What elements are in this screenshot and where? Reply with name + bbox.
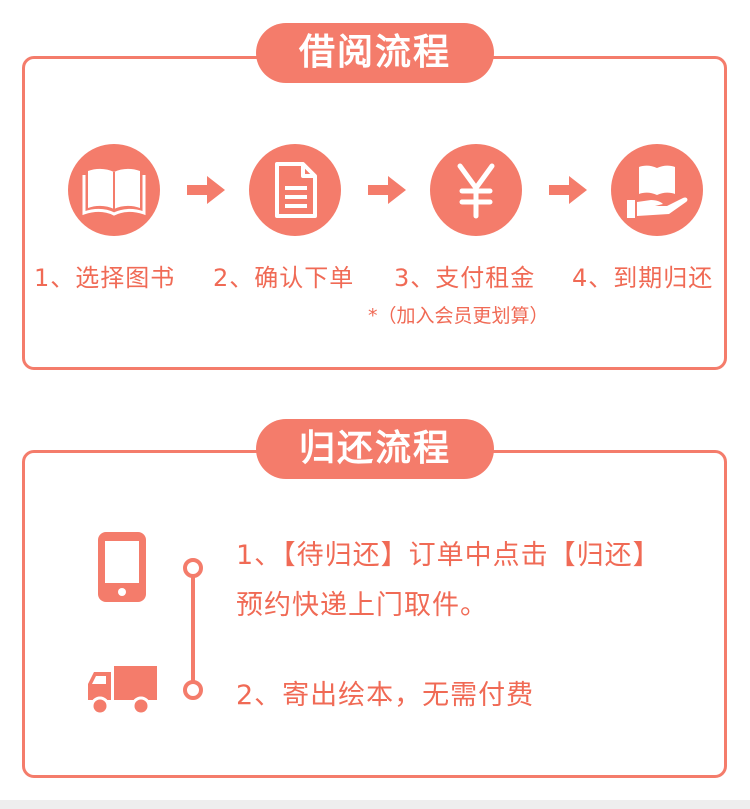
yen-icon: [430, 144, 522, 236]
timeline-connector: [183, 558, 203, 700]
step-label-pay-rent: 3、支付租金: [394, 264, 536, 292]
borrow-process-title: 借阅流程: [256, 23, 494, 83]
document-icon: [249, 144, 341, 236]
arrow-right-icon: [549, 176, 587, 204]
member-note: *（加入会员更划算）: [368, 305, 549, 327]
step-label-confirm-order: 2、确认下单: [213, 264, 355, 292]
return-step-1-line-2: 预约快递上门取件。: [236, 590, 488, 621]
phone-icon: [98, 532, 146, 602]
open-book-icon: [68, 144, 160, 236]
return-process-title: 归还流程: [256, 419, 494, 479]
step-label-return-due: 4、到期归还: [572, 264, 714, 292]
return-step-2: 2、寄出绘本，无需付费: [236, 680, 535, 711]
truck-icon: [88, 666, 157, 716]
return-step-1-line-1: 1、【待归还】订单中点击【归还】: [236, 540, 661, 571]
bottom-divider: [0, 800, 750, 809]
step-label-select-book: 1、选择图书: [34, 264, 176, 292]
arrow-right-icon: [187, 176, 225, 204]
hand-book-icon: [611, 144, 703, 236]
arrow-right-icon: [368, 176, 406, 204]
